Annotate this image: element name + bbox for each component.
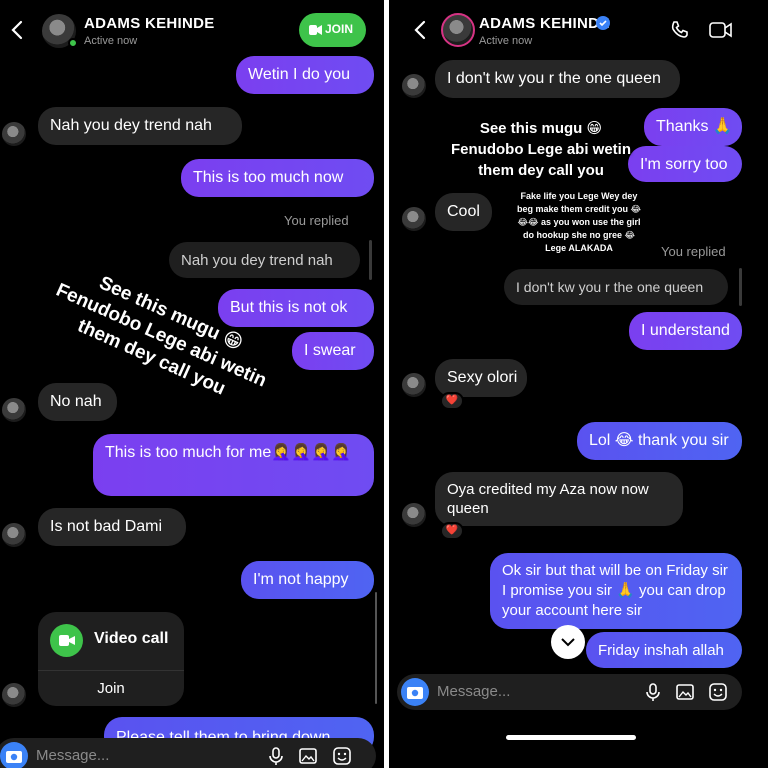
camera-button[interactable] (401, 678, 429, 706)
message-incoming[interactable]: Nah you dey trend nah (38, 107, 242, 145)
message-outgoing[interactable]: Wetin I do you (236, 56, 374, 94)
message-composer[interactable]: Message... (0, 738, 376, 768)
message-incoming[interactable]: I don't kw you r the one queen (435, 60, 680, 98)
chat-header: ADAMS KEHINDE Active now JOIN (0, 0, 384, 60)
home-indicator (506, 735, 636, 740)
chevron-down-icon (561, 638, 575, 647)
camera-button[interactable] (0, 742, 28, 768)
contact-status: Active now (84, 35, 138, 47)
sender-avatar (2, 523, 26, 547)
join-label: JOIN (325, 22, 354, 36)
sender-avatar (2, 683, 26, 707)
message-outgoing[interactable]: But this is not ok (218, 289, 374, 327)
message-outgoing[interactable]: This is too much for me🤦‍♀️🤦‍♀️🤦‍♀️🤦‍♀️ (93, 434, 374, 496)
message-composer[interactable]: Message... (397, 674, 742, 710)
message-incoming[interactable]: Oya credited my Aza now now queen (435, 472, 683, 526)
sender-avatar (402, 74, 426, 98)
contact-avatar[interactable] (441, 13, 475, 47)
video-camera-icon (59, 635, 75, 646)
message-outgoing[interactable]: Friday inshah allah (586, 632, 742, 668)
video-camera-icon (309, 25, 322, 35)
sender-avatar (2, 398, 26, 422)
message-outgoing[interactable]: Ok sir but that will be on Friday sir I … (490, 553, 742, 629)
contact-name[interactable]: ADAMS KEHINDE (479, 15, 610, 32)
sticker-icon[interactable] (708, 682, 728, 702)
message-outgoing[interactable]: I understand (629, 312, 742, 350)
sender-avatar (402, 373, 426, 397)
message-incoming[interactable]: Is not bad Dami (38, 508, 186, 546)
composer-placeholder: Message... (437, 683, 511, 700)
video-call-card[interactable]: Video call Join (38, 612, 184, 706)
left-chat-panel: ADAMS KEHINDE Active now JOIN Wetin I do… (0, 0, 384, 768)
card-divider (38, 670, 184, 671)
quoted-message[interactable]: Nah you dey trend nah (169, 242, 360, 278)
reaction-heart[interactable]: ❤️ (440, 392, 464, 410)
video-call-badge (50, 624, 83, 657)
camera-icon (407, 687, 423, 699)
video-call-join-button[interactable]: Join (38, 680, 184, 697)
replied-label: You replied (284, 213, 349, 228)
message-incoming[interactable]: No nah (38, 383, 117, 421)
verified-badge-icon (596, 16, 610, 30)
video-call-title: Video call (94, 630, 169, 647)
quoted-message[interactable]: I don't kw you r the one queen (504, 269, 728, 305)
back-arrow-icon[interactable] (10, 20, 24, 40)
message-outgoing[interactable]: Thanks 🙏 (644, 108, 742, 146)
composer-placeholder: Message... (36, 747, 110, 764)
message-incoming[interactable]: Cool (435, 193, 492, 231)
sender-avatar (402, 207, 426, 231)
chat-header: ADAMS KEHINDE Active now (389, 0, 768, 60)
phone-icon[interactable] (669, 20, 689, 40)
contact-status: Active now (479, 35, 533, 47)
contact-name[interactable]: ADAMS KEHINDE (84, 15, 215, 32)
quote-bar (739, 268, 742, 306)
microphone-icon[interactable] (643, 682, 663, 702)
right-chat-panel: ADAMS KEHINDE Active now I don't kw you … (389, 0, 768, 768)
back-arrow-icon[interactable] (413, 20, 427, 40)
message-outgoing[interactable]: Lol 😂 thank you sir (577, 422, 742, 460)
scroll-down-button[interactable] (551, 625, 585, 659)
message-outgoing[interactable]: This is too much now (181, 159, 374, 197)
sticker-icon[interactable] (332, 746, 352, 766)
message-outgoing[interactable]: I'm not happy (241, 561, 374, 599)
scroll-indicator (375, 592, 377, 704)
replied-label: You replied (661, 244, 726, 259)
sender-avatar (2, 122, 26, 146)
message-outgoing[interactable]: I swear (292, 332, 374, 370)
sender-avatar (402, 503, 426, 527)
join-call-button[interactable]: JOIN (299, 13, 366, 47)
story-overlay-text: See this mugu 😁 Fenudobo Lege abi wetin … (451, 120, 631, 179)
camera-icon (6, 751, 22, 763)
story-overlay-caption: Fake life you Lege Wey dey beg make them… (516, 191, 642, 253)
message-outgoing[interactable]: I'm sorry too (628, 146, 742, 182)
online-indicator (68, 38, 78, 48)
gallery-icon[interactable] (675, 682, 695, 702)
gallery-icon[interactable] (298, 746, 318, 766)
reaction-heart[interactable]: ❤️ (440, 522, 464, 540)
quote-bar (369, 240, 372, 280)
microphone-icon[interactable] (266, 746, 286, 766)
video-call-icon[interactable] (709, 20, 733, 40)
